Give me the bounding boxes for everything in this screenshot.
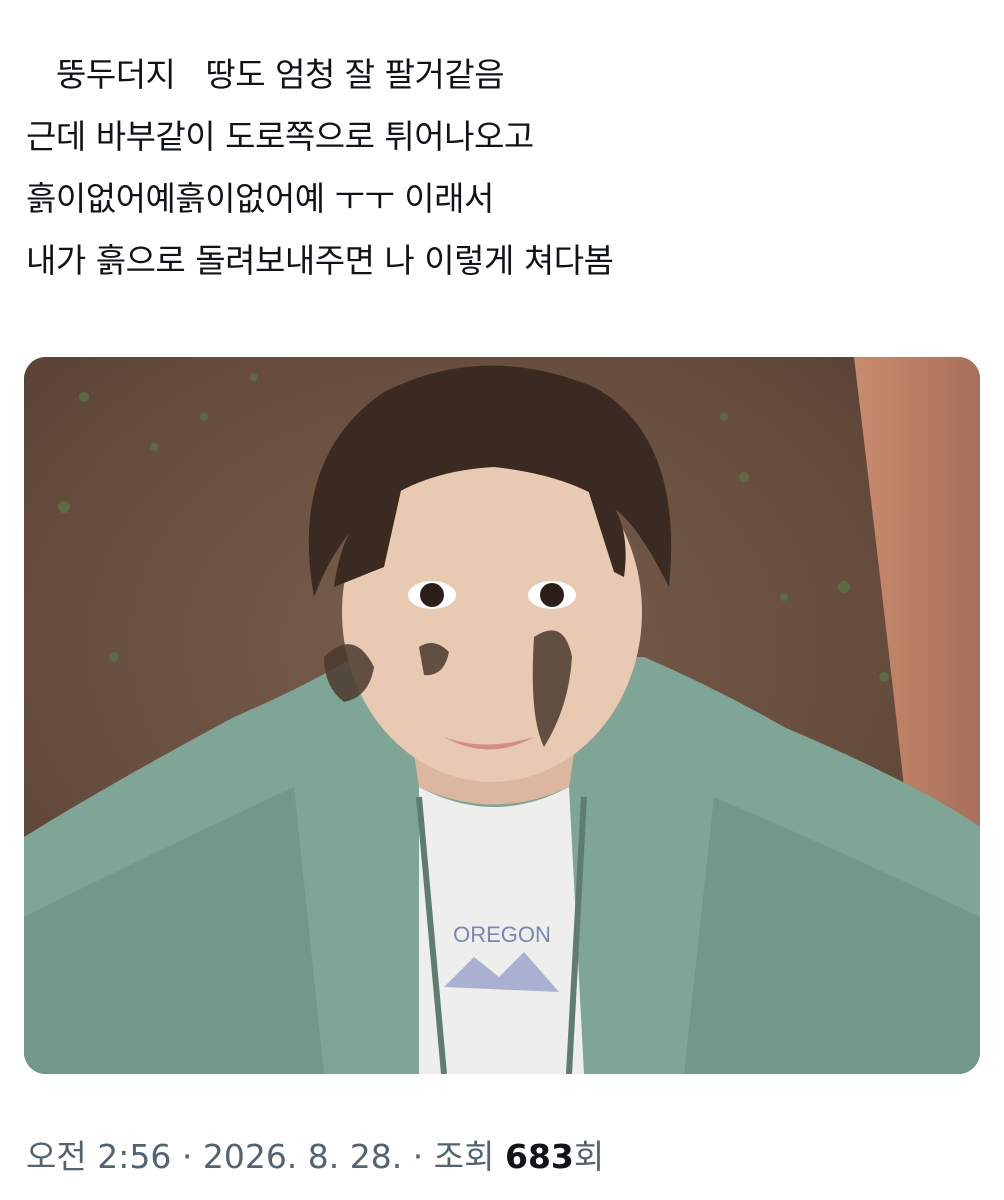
tweet-line: 근데 바부같이 도로쪽으로 튀어나오고 <box>26 117 534 156</box>
separator: · <box>181 1137 193 1176</box>
views-count: 683 <box>504 1137 574 1176</box>
tweet-line: 뚱두더지 땅도 엄청 잘 팔거같음 <box>26 55 505 94</box>
tweet-line: 흙이없어예흙이없어예 ㅜㅜ 이래서 <box>26 179 494 218</box>
tweet-photo[interactable]: OREGON <box>24 357 980 1074</box>
tweet-line: 내가 흙으로 돌려보내주면 나 이렇게 쳐다봄 <box>26 241 614 280</box>
tweet-text: 뚱두더지 땅도 엄청 잘 팔거같음 근데 바부같이 도로쪽으로 튀어나오고 흙이… <box>26 44 614 292</box>
shirt-print: OREGON <box>453 922 551 947</box>
tweet-date[interactable]: 2026. 8. 28. <box>203 1137 402 1176</box>
separator: · <box>412 1137 424 1176</box>
tweet-meta: 오전 2:56 · 2026. 8. 28. · 조회 683회 <box>26 1130 604 1178</box>
selfie-illustration: OREGON <box>24 357 980 1074</box>
tweet-time[interactable]: 오전 2:56 <box>26 1137 171 1176</box>
views-suffix: 회 <box>573 1137 605 1176</box>
views-label: 조회 <box>433 1137 495 1176</box>
